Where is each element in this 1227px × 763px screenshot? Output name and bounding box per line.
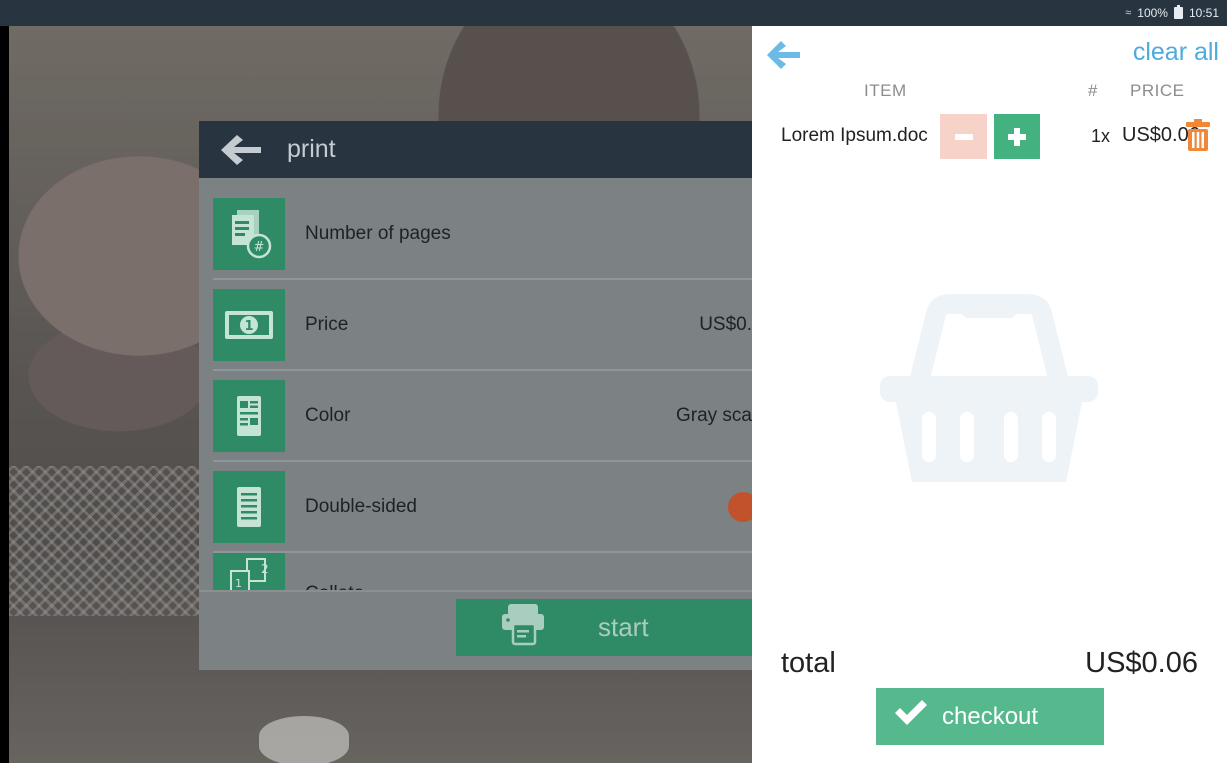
number-of-pages-label: Number of pages: [305, 222, 451, 244]
cart-panel: clear all ITEM # PRICE Lorem Ipsum.doc 1…: [752, 26, 1227, 763]
double-sided-icon: [213, 470, 285, 543]
total-label: total: [781, 647, 836, 679]
svg-text:#: #: [254, 240, 265, 255]
start-button[interactable]: start: [456, 599, 752, 656]
column-header-price: PRICE: [1130, 81, 1185, 100]
column-header-item: ITEM: [864, 81, 907, 100]
basket-icon: [878, 294, 1100, 484]
cart-item-row: Lorem Ipsum.doc 1x US$0.06: [752, 114, 1227, 159]
print-dialog: print # Number of pages 1 Price US$0. Co…: [199, 121, 752, 670]
row-price[interactable]: 1 Price US$0.: [213, 280, 752, 371]
checkout-button[interactable]: checkout: [876, 688, 1104, 745]
print-dialog-header: print: [199, 121, 752, 178]
clock: 10:51: [1188, 6, 1219, 20]
price-value: US$0.: [699, 313, 752, 335]
pages-count-icon: #: [213, 197, 285, 270]
svg-text:1: 1: [235, 577, 242, 590]
tablet-screen: ≈ 100% 10:51 print # Number of pages 1 P…: [0, 0, 1227, 763]
svg-text:1: 1: [244, 319, 253, 334]
collate-icon: 2 1: [213, 553, 285, 593]
trash-icon[interactable]: [1186, 119, 1210, 151]
row-color[interactable]: Color Gray sca: [213, 371, 752, 462]
battery-icon: [1173, 5, 1183, 19]
printer-icon: [500, 602, 546, 653]
double-sided-toggle[interactable]: [728, 491, 752, 522]
color-label: Color: [305, 404, 351, 426]
decrease-quantity-button[interactable]: [940, 114, 987, 159]
status-bar: ≈ 100% 10:51: [0, 0, 1227, 26]
checkmark-icon: [892, 697, 930, 736]
clear-all-button[interactable]: clear all: [1133, 38, 1219, 67]
back-arrow-icon[interactable]: [219, 133, 263, 167]
cart-back-arrow-icon[interactable]: [766, 40, 802, 70]
color-document-icon: [213, 379, 285, 452]
wifi-icon: ≈: [1125, 7, 1132, 19]
checkout-label: checkout: [942, 702, 1039, 730]
column-header-qty: #: [1088, 81, 1098, 100]
cart-item-qty: 1x: [1091, 126, 1111, 146]
double-sided-label: Double-sided: [305, 495, 417, 517]
battery-percent: 100%: [1137, 6, 1168, 20]
row-collate[interactable]: 2 1 Collate: [213, 553, 752, 604]
increase-quantity-button[interactable]: [994, 114, 1040, 159]
color-value: Gray sca: [675, 404, 752, 426]
cart-item-name: Lorem Ipsum.doc: [781, 125, 928, 146]
print-dialog-title: print: [287, 135, 336, 163]
price-label: Price: [305, 313, 349, 335]
row-number-of-pages[interactable]: # Number of pages: [213, 189, 752, 280]
start-button-label: start: [598, 612, 649, 642]
total-value: US$0.06: [1085, 647, 1198, 679]
svg-text:2: 2: [261, 562, 269, 576]
money-icon: 1: [213, 288, 285, 361]
row-double-sided[interactable]: Double-sided: [213, 462, 752, 553]
